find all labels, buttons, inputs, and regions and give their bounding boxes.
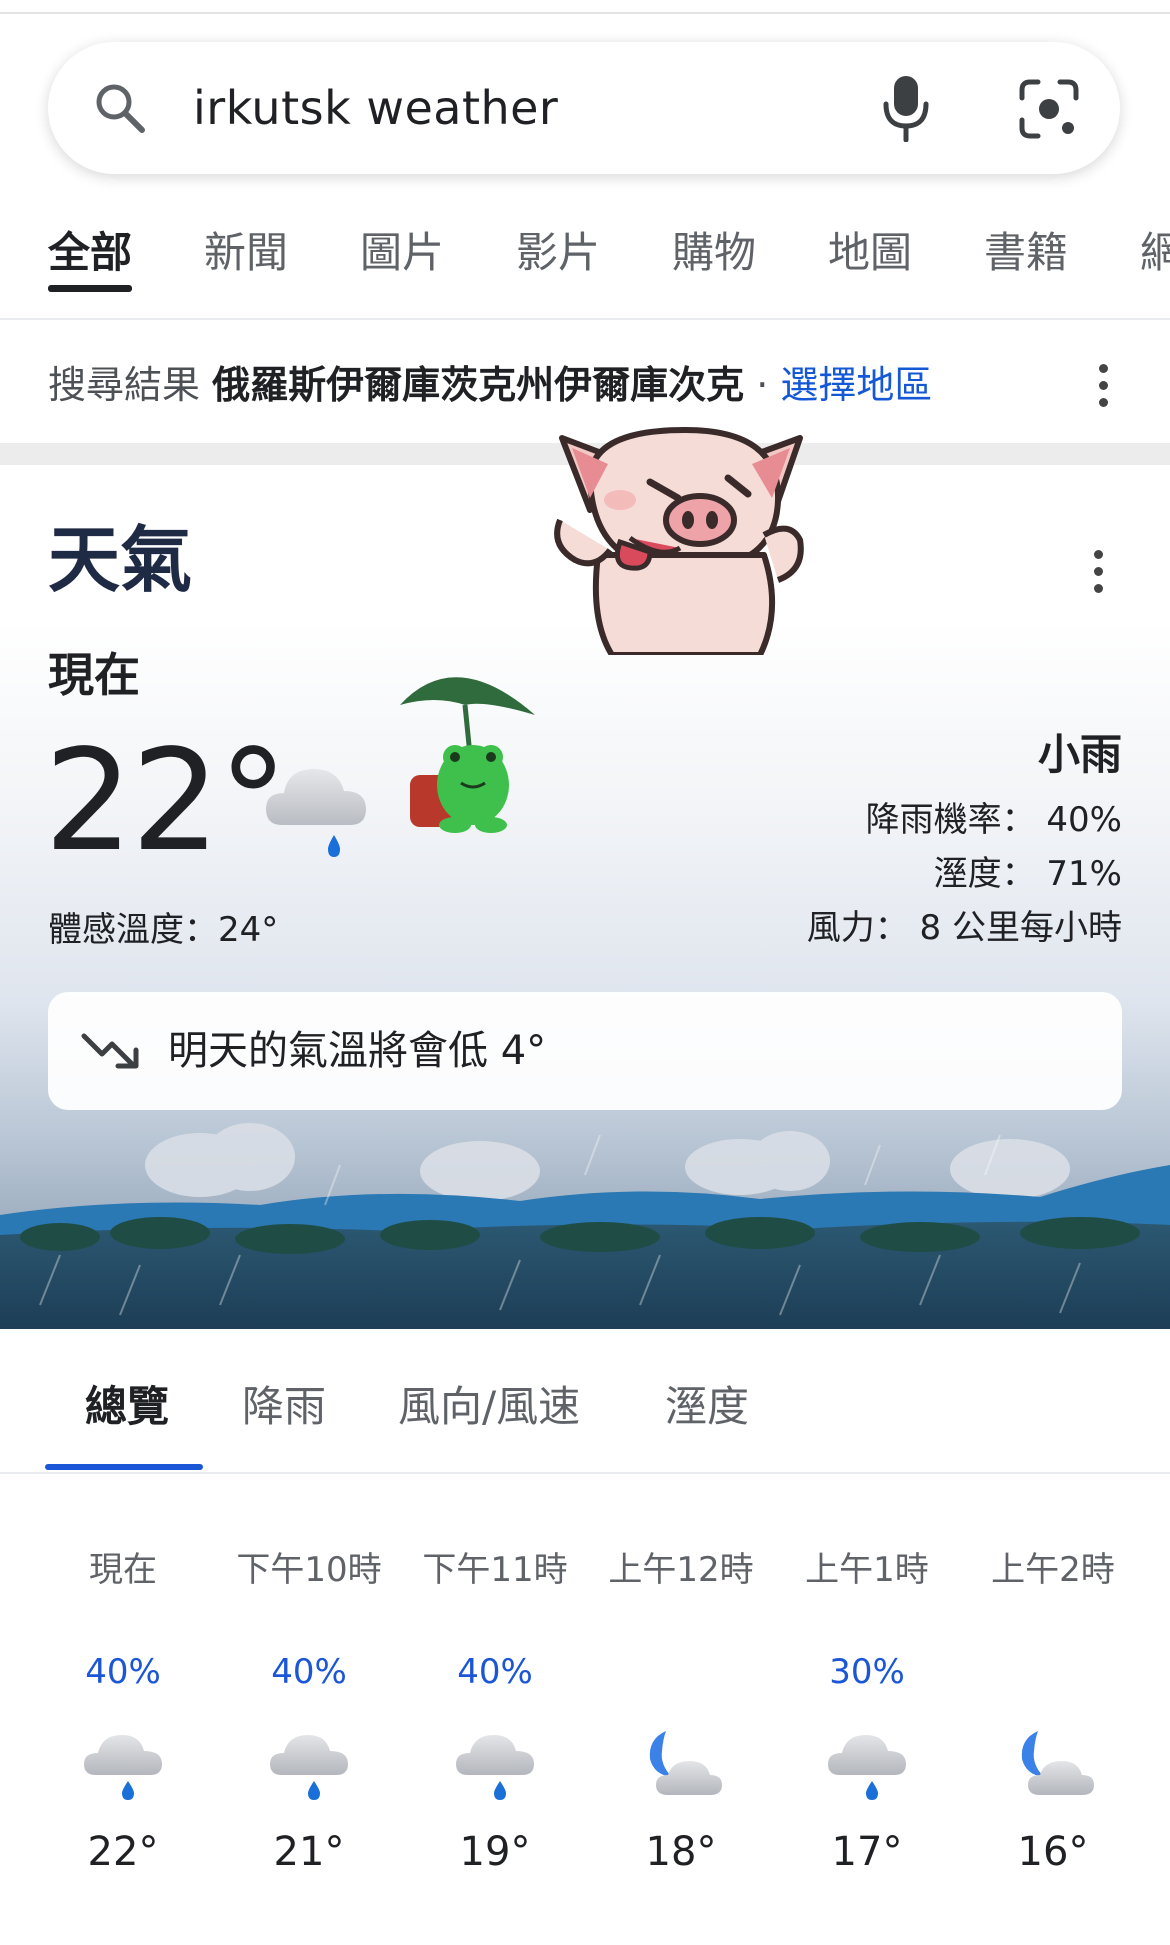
tab-maps[interactable]: 地圖 bbox=[828, 225, 912, 281]
pig-sticker bbox=[554, 427, 804, 655]
now-label: 現在 bbox=[48, 648, 140, 702]
tab-humidity[interactable]: 溼度 bbox=[665, 1377, 749, 1437]
frog-umbrella-illustration bbox=[400, 677, 535, 833]
trending-down-icon bbox=[81, 1033, 139, 1069]
weather-detail-tabs: 總覽 降雨 風向/風速 溼度 bbox=[0, 1329, 1170, 1474]
hour-temp: 16° bbox=[1017, 1829, 1089, 1875]
hour-temp: 18° bbox=[645, 1829, 717, 1875]
active-detail-tab-indicator bbox=[45, 1464, 203, 1470]
hourly-item[interactable]: 上午12時 18° bbox=[606, 1545, 756, 1879]
light-rain-icon bbox=[266, 769, 366, 857]
condition-text: 小雨 bbox=[1037, 730, 1122, 779]
hour-precip: 40% bbox=[457, 1652, 533, 1692]
location-place: 俄羅斯伊爾庫茨克州伊爾庫次克 bbox=[212, 363, 745, 407]
hour-temp: 21° bbox=[273, 1829, 345, 1875]
location-line: 搜尋結果 俄羅斯伊爾庫茨克州伊爾庫次克 · 選擇地區 bbox=[48, 355, 932, 415]
weather-title: 天氣 bbox=[48, 518, 193, 602]
current-temperature: 22° bbox=[44, 720, 288, 883]
tab-images[interactable]: 圖片 bbox=[360, 225, 444, 281]
tab-precipitation[interactable]: 降雨 bbox=[242, 1377, 326, 1437]
rain-icon bbox=[824, 1725, 910, 1805]
lens-icon[interactable] bbox=[1018, 78, 1080, 140]
hourly-item[interactable]: 上午2時 16° bbox=[978, 1545, 1128, 1879]
location-separator: · bbox=[756, 363, 769, 407]
rain-icon bbox=[452, 1725, 538, 1805]
hour-precip: 40% bbox=[271, 1652, 347, 1692]
weather-details: 小雨 降雨機率： 40% 溼度： 71% 風力： 8 公里每小時 bbox=[807, 725, 1122, 955]
hour-time: 下午11時 bbox=[422, 1550, 568, 1590]
location-prefix: 搜尋結果 bbox=[48, 363, 201, 407]
hour-temp: 17° bbox=[831, 1829, 903, 1875]
temperature-trend-banner[interactable]: 明天的氣溫將會低 4° bbox=[48, 992, 1122, 1110]
hour-precip: 30% bbox=[829, 1652, 905, 1692]
tab-overview[interactable]: 總覽 bbox=[85, 1377, 169, 1437]
hour-time: 上午12時 bbox=[608, 1550, 754, 1590]
tab-books[interactable]: 書籍 bbox=[984, 225, 1068, 281]
hourly-item[interactable]: 下午11時 40% 19° bbox=[420, 1545, 570, 1879]
hourly-item[interactable]: 上午1時 30% 17° bbox=[792, 1545, 942, 1879]
hour-precip: 40% bbox=[85, 1652, 161, 1692]
hourly-item[interactable]: 下午10時 40% 21° bbox=[234, 1545, 384, 1879]
hour-time: 現在 bbox=[89, 1550, 157, 1590]
tab-web[interactable]: 網 bbox=[1140, 225, 1170, 281]
weather-more-icon[interactable] bbox=[1094, 550, 1104, 594]
precipitation-chance: 降雨機率： 40% bbox=[865, 800, 1122, 840]
top-divider bbox=[0, 12, 1170, 14]
rain-icon bbox=[80, 1725, 166, 1805]
hour-time: 下午10時 bbox=[236, 1550, 382, 1590]
hour-time: 上午1時 bbox=[805, 1550, 929, 1590]
feels-like: 體感溫度：24° bbox=[48, 910, 279, 950]
rain-landscape-illustration bbox=[0, 1123, 1170, 1329]
night-cloudy-icon bbox=[1010, 1725, 1096, 1805]
tab-news[interactable]: 新聞 bbox=[204, 225, 288, 281]
hour-precip bbox=[606, 1647, 756, 1697]
active-tab-indicator bbox=[48, 285, 132, 292]
trend-text: 明天的氣溫將會低 4° bbox=[168, 1028, 547, 1074]
hour-temp: 19° bbox=[459, 1829, 531, 1875]
wind-speed: 風力： 8 公里每小時 bbox=[806, 908, 1122, 948]
tab-videos[interactable]: 影片 bbox=[516, 225, 600, 281]
hour-precip bbox=[978, 1647, 1128, 1697]
rain-icon bbox=[266, 1725, 352, 1805]
more-options-icon[interactable] bbox=[1099, 364, 1109, 408]
humidity: 溼度： 71% bbox=[933, 854, 1122, 894]
hour-temp: 22° bbox=[87, 1829, 159, 1875]
search-input[interactable]: irkutsk weather bbox=[193, 74, 558, 142]
night-cloudy-icon bbox=[638, 1725, 724, 1805]
mic-icon[interactable] bbox=[878, 74, 934, 142]
search-icon[interactable] bbox=[92, 80, 148, 136]
tab-wind[interactable]: 風向/風速 bbox=[398, 1377, 580, 1437]
search-bar[interactable]: irkutsk weather bbox=[48, 42, 1120, 174]
change-location-link[interactable]: 選擇地區 bbox=[780, 363, 932, 407]
hourly-item[interactable]: 現在 40% 22° bbox=[48, 1545, 198, 1879]
tab-all[interactable]: 全部 bbox=[48, 225, 132, 281]
tabs-divider bbox=[0, 318, 1170, 320]
search-tabs: 全部 新聞 圖片 影片 購物 地圖 書籍 網 bbox=[0, 215, 1170, 315]
tab-shopping[interactable]: 購物 bbox=[672, 225, 756, 281]
detail-tabs-divider bbox=[0, 1472, 1170, 1474]
hour-time: 上午2時 bbox=[991, 1550, 1115, 1590]
